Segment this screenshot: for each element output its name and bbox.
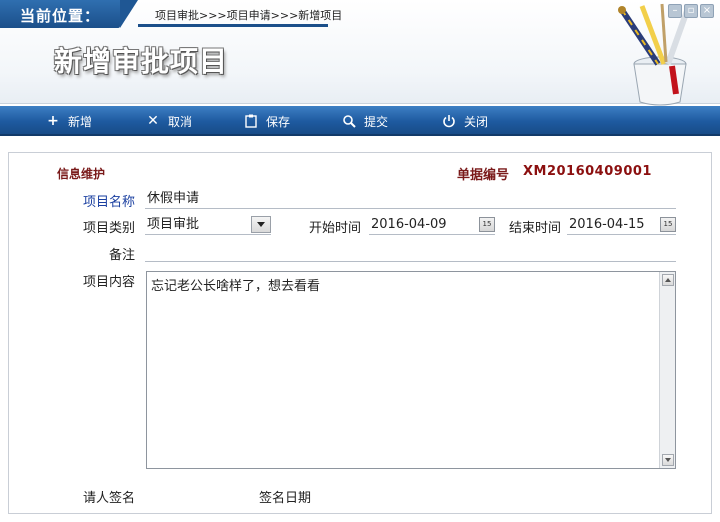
scroll-down-icon[interactable] [662,454,674,466]
section-title: 信息维护 [57,167,106,181]
project-name-label: 项目名称 [82,195,135,210]
close-window-icon[interactable]: × [700,4,714,18]
plus-icon: + [47,113,59,129]
breadcrumb-underline [138,24,328,27]
location-label: 当前位置： [20,7,101,25]
power-icon [442,114,456,128]
project-type-select[interactable]: 项目审批 [145,215,271,235]
start-time-input[interactable]: 2016-04-09 15 [369,215,495,235]
x-icon: ✕ [147,113,159,129]
location-tab: 当前位置： [0,0,138,28]
add-label: 新增 [68,114,93,129]
restore-icon[interactable]: ▫ [684,4,698,18]
calendar-icon[interactable]: 15 [660,217,676,232]
form-panel: 信息维护 单据编号 XM20160409001 项目名称 休假申请 项目类别 项… [8,152,712,514]
add-button[interactable]: + 新增 [46,106,92,136]
save-button[interactable]: 保存 [244,106,290,136]
end-time-value: 2016-04-15 [569,217,645,232]
search-icon [342,114,356,128]
doc-no-label: 单据编号 [457,168,510,183]
content-scrollbar[interactable] [659,272,675,468]
applicant-sign-label: 请人签名 [82,491,135,506]
remark-input[interactable] [145,242,676,262]
content-text: 忘记老公长啥样了，想去看看 [151,279,321,294]
end-time-input[interactable]: 2016-04-15 15 [567,215,676,235]
sign-date-label: 签名日期 [259,491,312,506]
project-name-input[interactable]: 休假申请 [145,189,676,209]
project-type-value: 项目审批 [147,217,200,232]
minimize-icon[interactable]: – [668,4,682,18]
save-label: 保存 [266,114,291,129]
content-textarea[interactable]: 忘记老公长啥样了，想去看看 [146,271,676,469]
clipboard-icon [244,114,258,128]
toolbar: + 新增 ✕ 取消 保存 提交 关闭 [0,106,720,136]
submit-button[interactable]: 提交 [342,106,388,136]
project-type-label: 项目类别 [82,221,135,236]
submit-label: 提交 [364,114,389,129]
cancel-label: 取消 [168,114,193,129]
remark-label: 备注 [108,248,135,263]
start-time-label: 开始时间 [308,221,361,236]
close-button[interactable]: 关闭 [442,106,488,136]
doc-no-value: XM20160409001 [523,164,652,179]
scroll-up-icon[interactable] [662,274,674,286]
cancel-button[interactable]: ✕ 取消 [146,106,192,136]
close-label: 关闭 [464,114,489,129]
page-header: 当前位置： 项目审批>>>项目申请>>>新增项目 新增审批项目 – ▫ × [0,0,720,106]
end-time-label: 结束时间 [508,221,561,236]
page-title: 新增审批项目 [54,45,229,78]
calendar-icon[interactable]: 15 [479,217,495,232]
window-controls: – ▫ × [668,4,714,18]
content-label: 项目内容 [82,275,135,290]
chevron-down-icon[interactable] [251,216,271,233]
breadcrumb: 项目审批>>>项目申请>>>新增项目 [155,9,343,22]
start-time-value: 2016-04-09 [371,217,447,232]
